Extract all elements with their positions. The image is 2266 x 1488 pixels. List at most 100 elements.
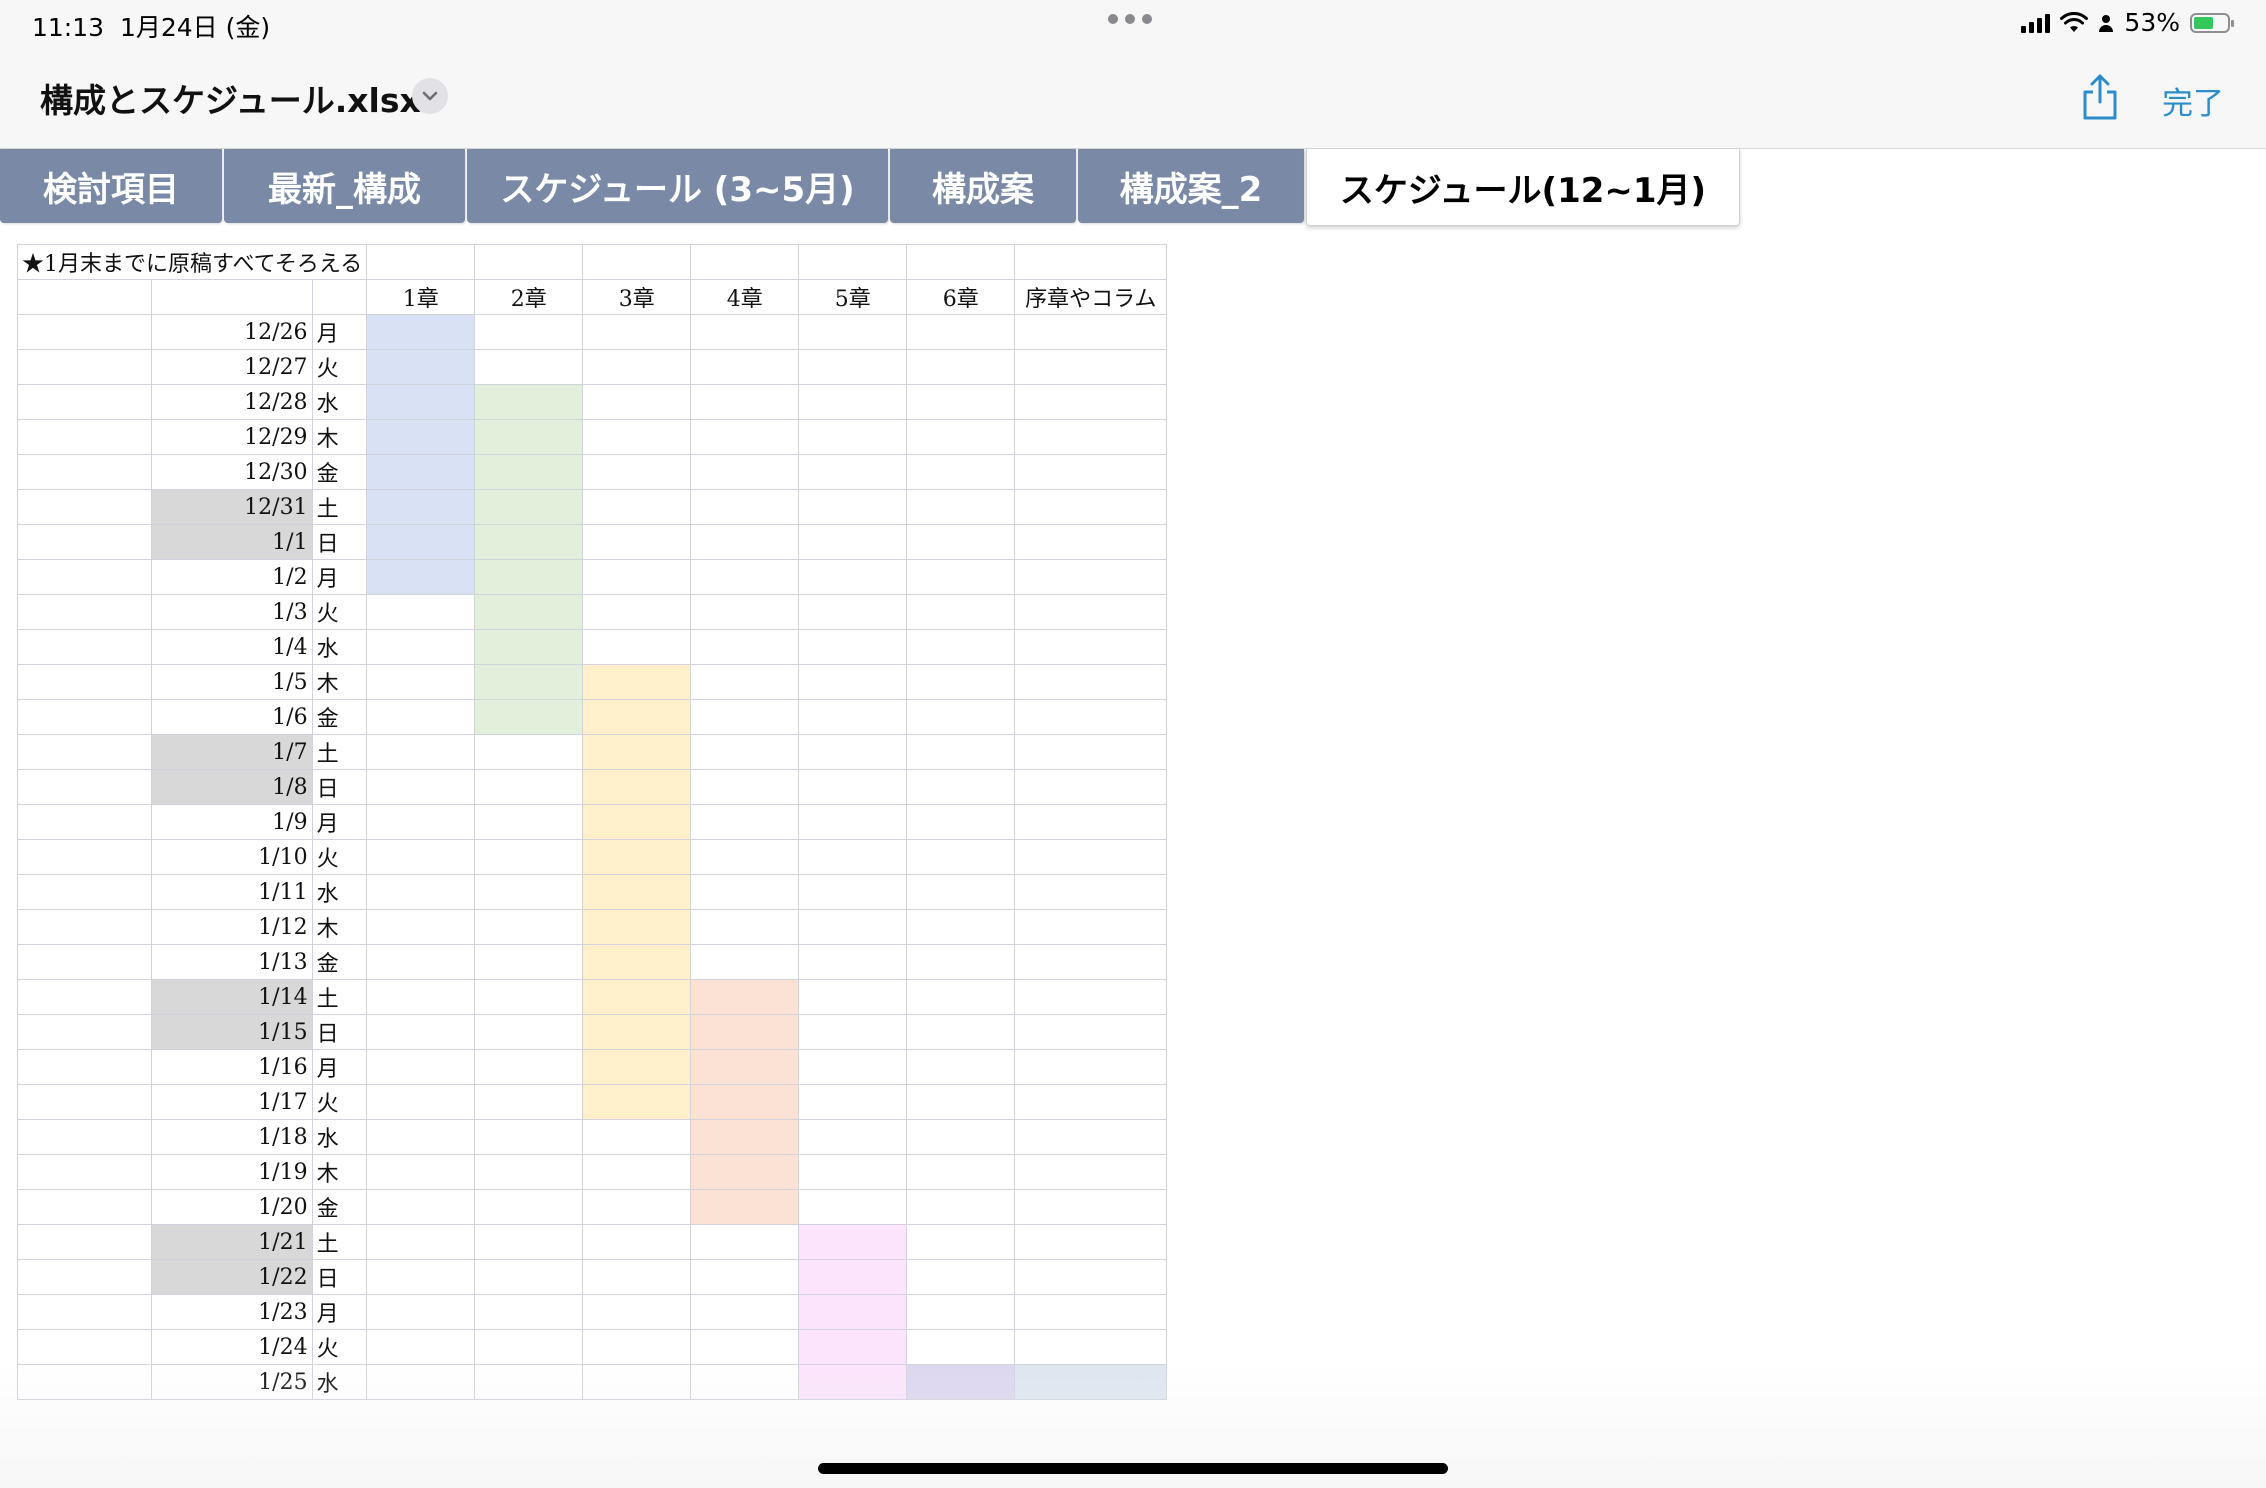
done-button[interactable]: 完了 bbox=[2162, 78, 2224, 123]
schedule-cell-ch4[interactable] bbox=[690, 629, 800, 665]
schedule-cell-ch2[interactable] bbox=[474, 1189, 584, 1225]
tab-構成案2[interactable]: 構成案_2 bbox=[1078, 149, 1304, 223]
cell[interactable] bbox=[366, 244, 476, 280]
schedule-cell-ch7[interactable] bbox=[1014, 314, 1168, 350]
cell[interactable] bbox=[16, 489, 153, 525]
schedule-cell-ch6[interactable] bbox=[906, 1049, 1016, 1085]
schedule-cell-ch3[interactable] bbox=[582, 1259, 692, 1295]
schedule-table[interactable]: ★1月末までに原稿すべてそろえる 1章 2章 3章 4章 5章 6章 序章やコラ bbox=[16, 244, 1168, 1400]
weekday-cell[interactable]: 火 bbox=[311, 594, 368, 630]
schedule-cell-ch5[interactable] bbox=[798, 454, 908, 490]
schedule-cell-ch7[interactable] bbox=[1014, 1259, 1168, 1295]
schedule-cell-ch1[interactable] bbox=[366, 734, 476, 770]
date-cell[interactable]: 1/7 bbox=[151, 734, 313, 770]
schedule-cell-ch7[interactable] bbox=[1014, 1084, 1168, 1120]
date-cell[interactable]: 1/10 bbox=[151, 839, 313, 875]
schedule-cell-ch4[interactable] bbox=[690, 979, 800, 1015]
schedule-cell-ch5[interactable] bbox=[798, 1014, 908, 1050]
schedule-cell-ch3[interactable] bbox=[582, 594, 692, 630]
schedule-cell-ch3[interactable] bbox=[582, 1154, 692, 1190]
schedule-cell-ch3[interactable] bbox=[582, 664, 692, 700]
schedule-cell-ch2[interactable] bbox=[474, 1294, 584, 1330]
schedule-cell-ch1[interactable] bbox=[366, 1224, 476, 1260]
schedule-cell-ch3[interactable] bbox=[582, 699, 692, 735]
schedule-cell-ch5[interactable] bbox=[798, 909, 908, 945]
schedule-cell-ch6[interactable] bbox=[906, 384, 1016, 420]
schedule-cell-ch7[interactable] bbox=[1014, 734, 1168, 770]
schedule-cell-ch1[interactable] bbox=[366, 419, 476, 455]
schedule-cell-ch5[interactable] bbox=[798, 1084, 908, 1120]
cell[interactable] bbox=[16, 314, 153, 350]
weekday-cell[interactable]: 火 bbox=[311, 1329, 368, 1365]
schedule-cell-ch7[interactable] bbox=[1014, 489, 1168, 525]
schedule-cell-ch1[interactable] bbox=[366, 489, 476, 525]
schedule-cell-ch1[interactable] bbox=[366, 839, 476, 875]
schedule-cell-ch6[interactable] bbox=[906, 804, 1016, 840]
schedule-cell-ch4[interactable] bbox=[690, 1014, 800, 1050]
date-cell[interactable]: 1/9 bbox=[151, 804, 313, 840]
schedule-cell-ch1[interactable] bbox=[366, 594, 476, 630]
date-cell[interactable]: 12/30 bbox=[151, 454, 313, 490]
schedule-cell-ch6[interactable] bbox=[906, 1224, 1016, 1260]
weekday-cell[interactable]: 金 bbox=[311, 1189, 368, 1225]
date-cell[interactable]: 1/5 bbox=[151, 664, 313, 700]
cell[interactable] bbox=[16, 419, 153, 455]
schedule-cell-ch1[interactable] bbox=[366, 524, 476, 560]
schedule-cell-ch5[interactable] bbox=[798, 1119, 908, 1155]
schedule-cell-ch5[interactable] bbox=[798, 699, 908, 735]
schedule-cell-ch2[interactable] bbox=[474, 419, 584, 455]
schedule-cell-ch2[interactable] bbox=[474, 734, 584, 770]
schedule-cell-ch2[interactable] bbox=[474, 909, 584, 945]
schedule-cell-ch2[interactable] bbox=[474, 559, 584, 595]
schedule-cell-ch6[interactable] bbox=[906, 1119, 1016, 1155]
schedule-cell-ch2[interactable] bbox=[474, 524, 584, 560]
schedule-cell-ch7[interactable] bbox=[1014, 699, 1168, 735]
file-menu-button[interactable] bbox=[412, 78, 448, 114]
schedule-cell-ch2[interactable] bbox=[474, 944, 584, 980]
schedule-cell-ch7[interactable] bbox=[1014, 1224, 1168, 1260]
cell[interactable] bbox=[16, 1259, 153, 1295]
schedule-cell-ch7[interactable] bbox=[1014, 454, 1168, 490]
date-cell[interactable]: 1/2 bbox=[151, 559, 313, 595]
schedule-cell-ch4[interactable] bbox=[690, 1189, 800, 1225]
schedule-cell-ch5[interactable] bbox=[798, 1364, 908, 1400]
schedule-cell-ch3[interactable] bbox=[582, 1119, 692, 1155]
schedule-cell-ch5[interactable] bbox=[798, 664, 908, 700]
cell[interactable] bbox=[16, 1014, 153, 1050]
schedule-cell-ch6[interactable] bbox=[906, 909, 1016, 945]
weekday-cell[interactable]: 木 bbox=[311, 909, 368, 945]
schedule-cell-ch6[interactable] bbox=[906, 314, 1016, 350]
schedule-cell-ch4[interactable] bbox=[690, 489, 800, 525]
cell[interactable] bbox=[16, 1294, 153, 1330]
schedule-cell-ch1[interactable] bbox=[366, 769, 476, 805]
weekday-cell[interactable]: 日 bbox=[311, 1014, 368, 1050]
schedule-cell-ch6[interactable] bbox=[906, 944, 1016, 980]
date-cell[interactable]: 1/11 bbox=[151, 874, 313, 910]
schedule-cell-ch1[interactable] bbox=[366, 664, 476, 700]
schedule-cell-ch2[interactable] bbox=[474, 1329, 584, 1365]
date-cell[interactable]: 12/31 bbox=[151, 489, 313, 525]
date-cell[interactable]: 12/27 bbox=[151, 349, 313, 385]
date-cell[interactable]: 1/22 bbox=[151, 1259, 313, 1295]
schedule-cell-ch3[interactable] bbox=[582, 1329, 692, 1365]
cell[interactable] bbox=[16, 629, 153, 665]
cell[interactable] bbox=[16, 524, 153, 560]
cell[interactable] bbox=[16, 1224, 153, 1260]
schedule-cell-ch6[interactable] bbox=[906, 1364, 1016, 1400]
schedule-cell-ch6[interactable] bbox=[906, 454, 1016, 490]
schedule-cell-ch1[interactable] bbox=[366, 979, 476, 1015]
schedule-cell-ch3[interactable] bbox=[582, 384, 692, 420]
schedule-cell-ch6[interactable] bbox=[906, 839, 1016, 875]
schedule-cell-ch3[interactable] bbox=[582, 839, 692, 875]
share-icon[interactable] bbox=[2080, 72, 2120, 122]
schedule-cell-ch4[interactable] bbox=[690, 594, 800, 630]
cell[interactable] bbox=[16, 594, 153, 630]
weekday-cell[interactable]: 月 bbox=[311, 314, 368, 350]
schedule-cell-ch2[interactable] bbox=[474, 664, 584, 700]
date-cell[interactable]: 1/17 bbox=[151, 1084, 313, 1120]
schedule-cell-ch4[interactable] bbox=[690, 1364, 800, 1400]
schedule-cell-ch3[interactable] bbox=[582, 1014, 692, 1050]
schedule-cell-ch3[interactable] bbox=[582, 1189, 692, 1225]
schedule-cell-ch5[interactable] bbox=[798, 384, 908, 420]
schedule-cell-ch7[interactable] bbox=[1014, 559, 1168, 595]
